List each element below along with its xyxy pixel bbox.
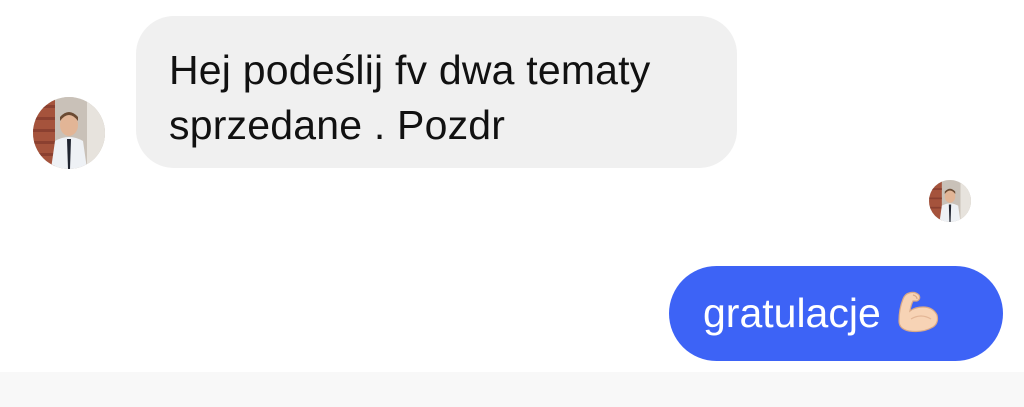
read-receipt-avatar (929, 180, 971, 222)
person-photo-icon (929, 180, 971, 222)
message-text: gratulacje (703, 290, 881, 336)
message-text-line: sprzedane . Pozdr (169, 102, 506, 148)
conversation-view[interactable]: Hej podeślij fv dwa tematy sprzedane . P… (0, 0, 1024, 372)
sender-avatar[interactable] (33, 97, 105, 169)
flexed-biceps-icon (898, 291, 938, 333)
outgoing-message-bubble[interactable]: gratulacje (669, 266, 1003, 361)
person-photo-icon (33, 97, 105, 169)
message-text-line: Hej podeślij fv dwa tematy (169, 47, 651, 93)
incoming-message-bubble[interactable]: Hej podeślij fv dwa tematy sprzedane . P… (136, 16, 737, 168)
composer-bar (0, 372, 1024, 407)
